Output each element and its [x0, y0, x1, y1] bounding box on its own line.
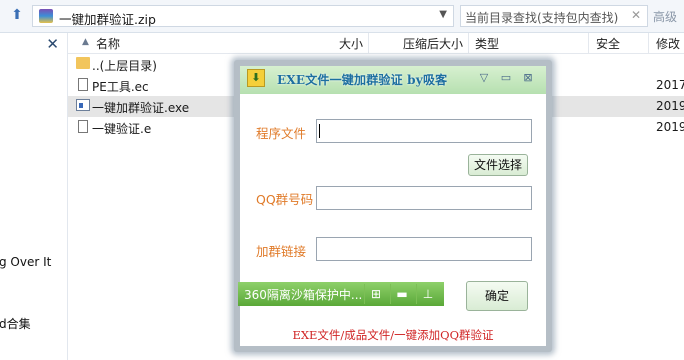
file-name: PE工具.ec [92, 80, 149, 94]
chevron-down-icon[interactable]: ▽ [476, 70, 492, 86]
column-compressed[interactable]: 压缩后大小 [403, 35, 463, 52]
close-icon[interactable]: ✕ [46, 35, 59, 53]
close-icon[interactable]: ✕ [631, 8, 641, 22]
column-name[interactable]: 名称 [96, 35, 120, 52]
file-modified: 2019 [656, 120, 684, 134]
sidebar-item[interactable]: g Over It [0, 255, 51, 269]
ok-button[interactable]: 确定 [466, 281, 528, 311]
text-cursor [319, 124, 320, 138]
program-file-input[interactable] [316, 119, 532, 143]
address-path: 一键加群验证.zip [59, 12, 156, 27]
sidebar: ✕ g Over It d合集 [0, 33, 68, 360]
download-arrow-icon: ⬇ [247, 69, 265, 87]
program-file-label: 程序文件 [256, 126, 307, 141]
file-name: ..(上层目录) [92, 59, 157, 73]
search-input[interactable]: 当前目录查找(支持包内查找) ✕ [460, 5, 648, 27]
qq-group-input[interactable] [316, 186, 532, 210]
close-icon[interactable]: ⊠ [520, 70, 536, 86]
sandbox-icon[interactable]: ⊞ [364, 284, 387, 304]
chevron-down-icon[interactable]: ▼ [439, 9, 447, 20]
address-bar[interactable]: 一键加群验证.zip ▼ [32, 5, 454, 27]
pin-icon[interactable]: ⊥ [416, 284, 439, 304]
qq-group-label: QQ群号码 [256, 192, 314, 207]
folder-icon[interactable]: ▬ [390, 284, 413, 304]
column-modified[interactable]: 修改 [656, 35, 680, 52]
file-icon [78, 78, 88, 91]
sidebar-item[interactable]: d合集 [0, 315, 31, 332]
minimize-icon[interactable]: ▭ [498, 70, 514, 86]
dialog-title: EXE文件一键加群验证 by吸客 [277, 73, 448, 87]
group-link-label: 加群链接 [256, 244, 307, 259]
dialog-titlebar[interactable]: ⬇ EXE文件一键加群验证 by吸客 ▽ ▭ ⊠ [240, 66, 546, 94]
search-placeholder: 当前目录查找(支持包内查找) [465, 11, 619, 25]
column-type[interactable]: 类型 [475, 35, 499, 52]
file-name: 一键加群验证.exe [92, 101, 190, 115]
exe-icon [76, 99, 90, 111]
folder-icon [76, 57, 90, 69]
dialog-footer-text: EXE文件/成品文件/一键添加QQ群验证 [292, 328, 494, 342]
file-name: 一键验证.e [92, 122, 152, 136]
column-security[interactable]: 安全 [596, 35, 620, 52]
archive-icon [39, 9, 53, 23]
up-arrow-icon[interactable]: ⬆ [6, 4, 28, 26]
file-list-header: ▲ 名称 大小 压缩后大小 类型 安全 修改 [68, 33, 684, 54]
choose-file-button[interactable]: 文件选择 [468, 154, 528, 176]
sandbox-protection-bar: 360隔离沙箱保护中... ⊞ ▬ ⊥ [238, 282, 444, 306]
column-size[interactable]: 大小 [339, 35, 363, 52]
group-link-input[interactable] [316, 237, 532, 261]
dialog-window: ⬇ EXE文件一键加群验证 by吸客 ▽ ▭ ⊠ 程序文件 文件选择 QQ群号码… [234, 60, 552, 352]
dialog-body: ⬇ EXE文件一键加群验证 by吸客 ▽ ▭ ⊠ 程序文件 文件选择 QQ群号码… [238, 66, 546, 346]
file-modified: 2017 [656, 78, 684, 92]
file-icon [78, 120, 88, 133]
file-modified: 2019 [656, 99, 684, 113]
sandbox-status-text: 360隔离沙箱保护中... [244, 288, 363, 302]
advanced-button[interactable]: 高级 [653, 8, 677, 25]
address-toolbar: ⬆ 一键加群验证.zip ▼ 当前目录查找(支持包内查找) ✕ 高级 [0, 0, 684, 33]
sort-up-icon: ▲ [82, 37, 89, 47]
